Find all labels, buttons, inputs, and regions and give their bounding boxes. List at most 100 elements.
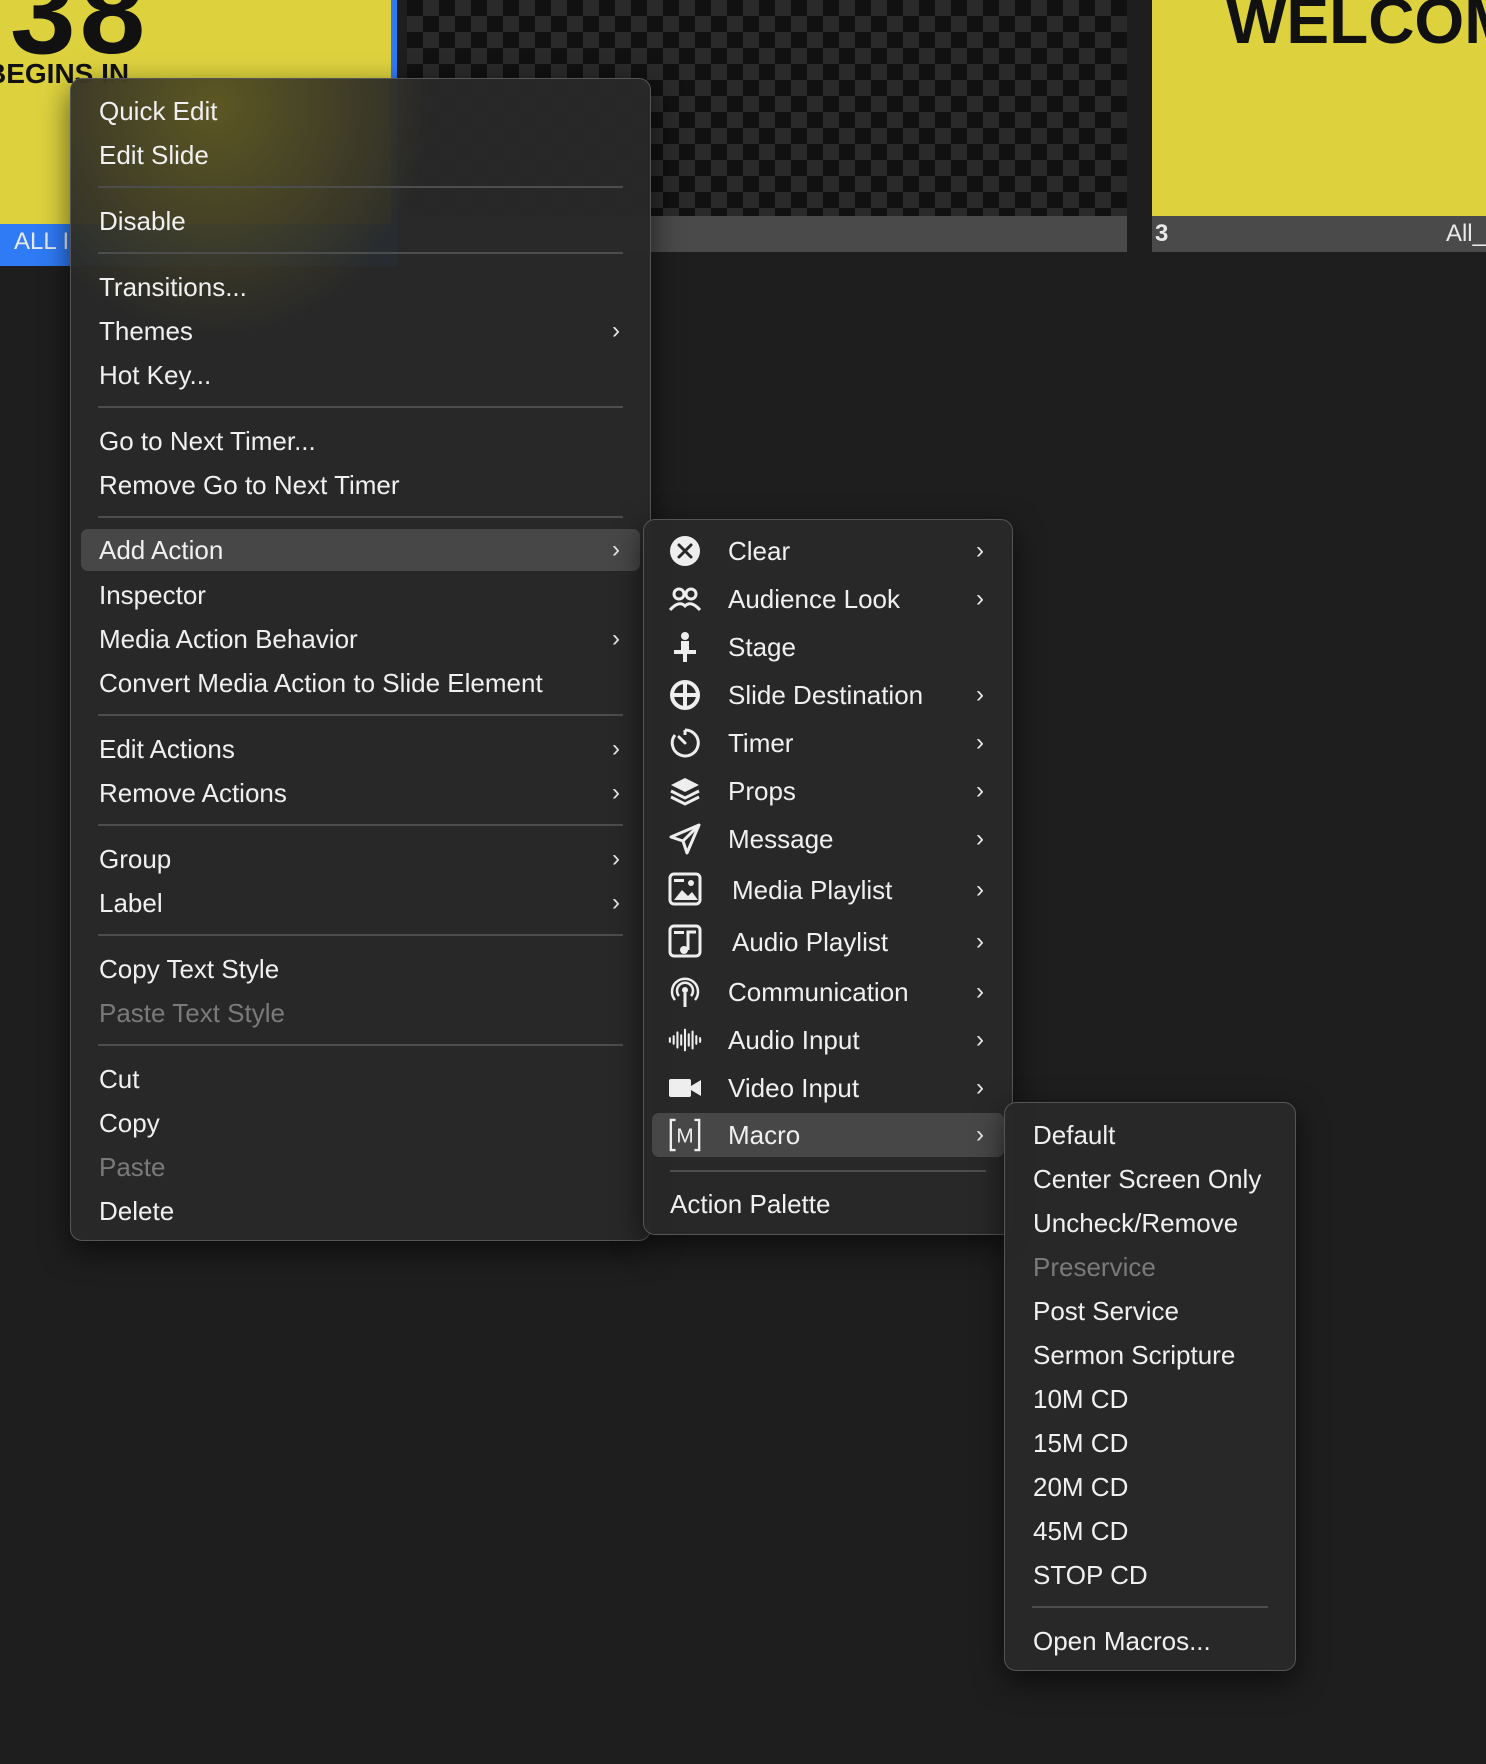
menu-item-label: Quick Edit [99, 96, 218, 126]
menu-item-hot-key[interactable]: Hot Key... [81, 354, 640, 396]
menu-item-quick-edit[interactable]: Quick Edit [81, 90, 640, 132]
menu-item-label: Inspector [99, 580, 206, 610]
slide-1-label: ALL I [14, 228, 70, 255]
menu-item-convert-media-action[interactable]: Convert Media Action to Slide Element [81, 662, 640, 704]
menu-item-label: Paste [99, 1152, 166, 1182]
macro-item-uncheck-remove[interactable]: Uncheck/Remove [1013, 1202, 1287, 1244]
menu-item-copy[interactable]: Copy [81, 1102, 640, 1144]
chevron-right-icon: › [612, 735, 620, 762]
menu-item-remove-actions[interactable]: Remove Actions › [81, 772, 640, 814]
slide-3-label: All_ [1445, 220, 1486, 247]
action-item-audience-look[interactable]: Audience Look › [652, 577, 1004, 621]
menu-separator [98, 714, 623, 716]
menu-item-label: Themes [99, 316, 193, 346]
action-item-label: Media Playlist [732, 875, 893, 905]
menu-item-label: Add Action [99, 535, 224, 565]
slide-destination-icon [668, 679, 702, 711]
macro-item-stop-cd[interactable]: STOP CD [1013, 1554, 1287, 1596]
video-input-icon [668, 1072, 702, 1104]
action-item-label: Communication [728, 977, 909, 1007]
action-item-macro[interactable]: M Macro › [652, 1113, 1004, 1157]
menu-item-themes[interactable]: Themes › [81, 310, 640, 352]
menu-item-label: Go to Next Timer... [99, 426, 316, 456]
action-item-clear[interactable]: Clear › [652, 529, 1004, 573]
macro-item-post-service[interactable]: Post Service [1013, 1290, 1287, 1332]
action-item-label: Message [728, 824, 834, 854]
macro-item-15m-cd[interactable]: 15M CD [1013, 1422, 1287, 1464]
menu-item-label-submenu[interactable]: Label › [81, 882, 640, 924]
chevron-right-icon: › [976, 1074, 984, 1101]
action-item-label: Timer [728, 728, 794, 758]
menu-item-media-action-behavior[interactable]: Media Action Behavior › [81, 618, 640, 660]
chevron-right-icon: › [976, 876, 984, 903]
menu-item-edit-actions[interactable]: Edit Actions › [81, 728, 640, 770]
macro-item-label: Center Screen Only [1033, 1164, 1262, 1194]
menu-item-disable[interactable]: Disable [81, 200, 640, 242]
action-item-stage[interactable]: Stage [652, 625, 1004, 669]
action-item-label: Audio Input [728, 1025, 860, 1055]
macro-item-label: 45M CD [1033, 1516, 1129, 1546]
action-item-video-input[interactable]: Video Input › [652, 1066, 1004, 1110]
action-item-label: Props [728, 776, 796, 806]
menu-item-cut[interactable]: Cut [81, 1058, 640, 1100]
macro-item-sermon-scripture[interactable]: Sermon Scripture [1013, 1334, 1287, 1376]
macro-icon: M [668, 1118, 702, 1152]
menu-item-delete[interactable]: Delete [81, 1190, 640, 1232]
menu-item-paste-text-style: Paste Text Style [81, 992, 640, 1034]
chevron-right-icon: › [976, 1026, 984, 1053]
macro-item-20m-cd[interactable]: 20M CD [1013, 1466, 1287, 1508]
chevron-right-icon: › [612, 317, 620, 344]
macro-item-label: 15M CD [1033, 1428, 1129, 1458]
macro-item-10m-cd[interactable]: 10M CD [1013, 1378, 1287, 1420]
action-item-props[interactable]: Props › [652, 769, 1004, 813]
menu-item-copy-text-style[interactable]: Copy Text Style [81, 948, 640, 990]
message-icon [668, 823, 702, 855]
menu-item-go-to-next-timer[interactable]: Go to Next Timer... [81, 420, 640, 462]
action-item-label: Action Palette [670, 1189, 831, 1219]
menu-item-label: Transitions... [99, 272, 247, 302]
chevron-right-icon: › [612, 536, 620, 563]
action-item-label: Macro [728, 1120, 801, 1150]
stage-icon [668, 631, 702, 663]
macro-item-center-screen-only[interactable]: Center Screen Only [1013, 1158, 1287, 1200]
menu-item-remove-go-to-next-timer[interactable]: Remove Go to Next Timer [81, 464, 640, 506]
chevron-right-icon: › [976, 537, 984, 564]
action-item-communication[interactable]: Communication › [652, 970, 1004, 1014]
action-item-slide-destination[interactable]: Slide Destination › [652, 673, 1004, 717]
menu-item-add-action[interactable]: Add Action › [81, 529, 640, 571]
menu-item-label: Paste Text Style [99, 998, 285, 1028]
menu-separator [98, 516, 623, 518]
menu-separator [98, 406, 623, 408]
menu-item-label: Media Action Behavior [99, 624, 358, 654]
communication-icon [668, 976, 702, 1008]
macro-item-label: Post Service [1033, 1296, 1179, 1326]
chevron-right-icon: › [976, 978, 984, 1005]
slide-thumbnail-3[interactable]: WELCOM 3 All_ [1152, 0, 1486, 252]
menu-item-label: Edit Actions [99, 734, 235, 764]
action-item-message[interactable]: Message › [652, 817, 1004, 861]
menu-item-edit-slide[interactable]: Edit Slide [81, 134, 640, 176]
menu-item-label: Delete [99, 1196, 175, 1226]
action-item-media-playlist[interactable]: Media Playlist › [652, 865, 1004, 915]
menu-separator [98, 186, 623, 188]
macro-item-label: Sermon Scripture [1033, 1340, 1236, 1370]
add-action-submenu: Clear › Audience Look › Stage Slide Dest… [643, 519, 1013, 1235]
macro-item-open-macros[interactable]: Open Macros... [1013, 1620, 1287, 1662]
macro-item-label: Open Macros... [1033, 1626, 1211, 1656]
chevron-right-icon: › [612, 845, 620, 872]
action-item-audio-playlist[interactable]: Audio Playlist › [652, 917, 1004, 967]
macro-item-default[interactable]: Default [1013, 1114, 1287, 1156]
menu-item-inspector[interactable]: Inspector [81, 574, 640, 616]
action-item-audio-input[interactable]: Audio Input › [652, 1018, 1004, 1062]
chevron-right-icon: › [976, 585, 984, 612]
menu-item-transitions[interactable]: Transitions... [81, 266, 640, 308]
macro-item-45m-cd[interactable]: 45M CD [1013, 1510, 1287, 1552]
menu-separator [98, 252, 623, 254]
menu-item-group[interactable]: Group › [81, 838, 640, 880]
slide-3-label-bar: 3 All_ [1152, 216, 1486, 252]
slide-3-artwork: WELCOM [1152, 0, 1486, 216]
action-item-timer[interactable]: Timer › [652, 721, 1004, 765]
chevron-right-icon: › [976, 1121, 984, 1148]
action-item-action-palette[interactable]: Action Palette [652, 1182, 1004, 1226]
menu-item-paste: Paste [81, 1146, 640, 1188]
